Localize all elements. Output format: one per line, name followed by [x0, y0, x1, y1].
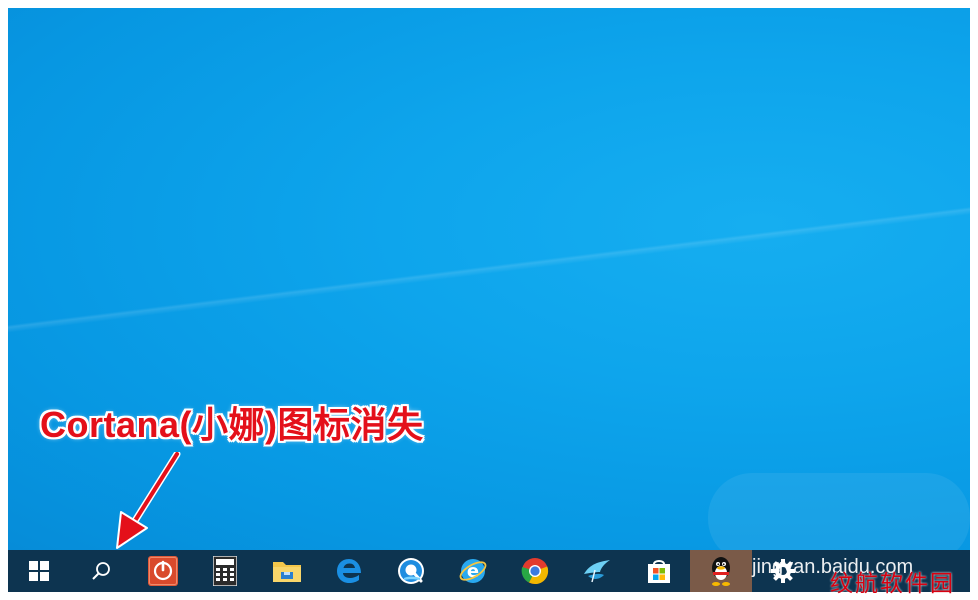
store-button[interactable]: [628, 550, 690, 592]
bird-icon: [584, 560, 610, 583]
annotation-caption: Cortana(小娜)图标消失: [40, 404, 424, 445]
chrome-button[interactable]: [504, 550, 566, 592]
calculator-button[interactable]: [194, 550, 256, 592]
folder-icon: [273, 562, 301, 582]
q-browser-icon: [398, 558, 424, 584]
search-icon: [92, 562, 110, 580]
qq-penguin-icon: [712, 557, 730, 586]
qq-button[interactable]: [690, 550, 752, 592]
browser-button[interactable]: [380, 550, 442, 592]
file-explorer-button[interactable]: [256, 550, 318, 592]
edge-button[interactable]: [318, 550, 380, 592]
start-button[interactable]: [8, 550, 70, 592]
power-app-button[interactable]: [132, 550, 194, 592]
ie-icon: e: [459, 559, 487, 583]
desktop-glow: [708, 473, 970, 550]
edge-icon: [337, 559, 361, 583]
search-button[interactable]: [70, 550, 132, 592]
bird-app-button[interactable]: [566, 550, 628, 592]
calculator-icon: [213, 556, 237, 586]
ie-button[interactable]: e: [442, 550, 504, 592]
power-icon: [148, 556, 178, 586]
watermark-label: 纹航软件园: [830, 571, 955, 597]
chrome-icon: [521, 558, 549, 585]
store-icon: [648, 560, 670, 583]
annotation-arrow-icon: [116, 452, 181, 549]
windows-logo-icon: [29, 561, 49, 581]
